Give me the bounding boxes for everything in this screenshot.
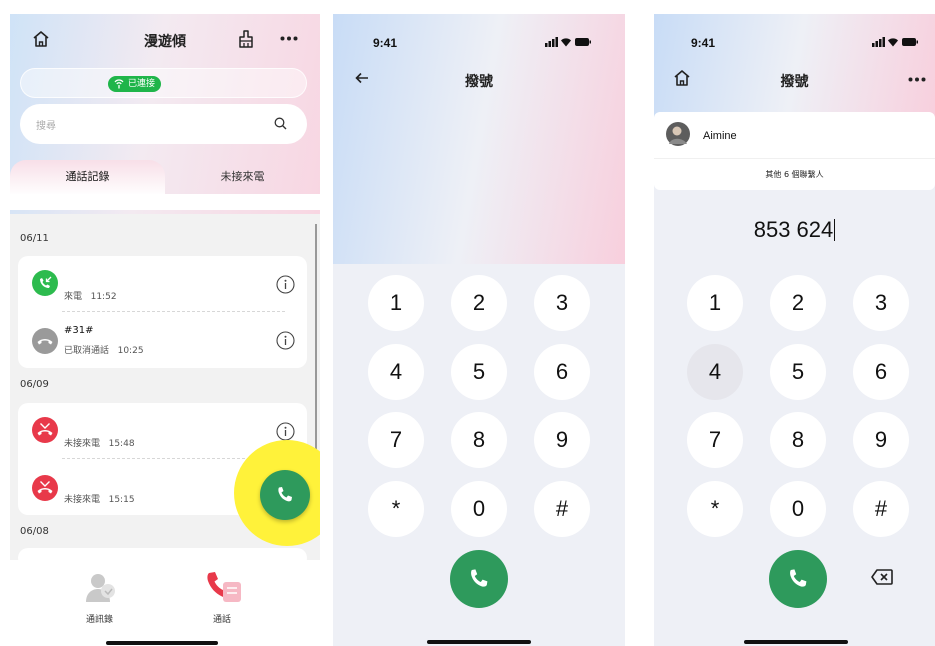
more-icon[interactable] [280,36,298,41]
page-title: 撥號 [780,74,809,90]
call-time: 15:48 [108,439,135,449]
info-icon[interactable] [276,331,295,354]
key-star[interactable]: * [368,481,424,537]
key-7[interactable]: 7 [368,412,424,468]
call-name: #31# [64,325,94,336]
call-log-screen: 漫遊傾 已連接 搜尋 通話記錄 未接來電 06/11 來電 11:52 #31#… [10,14,320,646]
status-time: 9:41 [373,36,398,50]
dial-fab-button[interactable] [260,470,310,520]
call-time: 10:25 [117,346,144,356]
key-1[interactable]: 1 [687,275,743,331]
backspace-icon[interactable] [871,569,893,585]
search-input[interactable]: 搜尋 [20,104,307,144]
bottom-nav: 通訊錄 通話 [10,560,320,646]
key-0[interactable]: 0 [770,481,826,537]
call-button[interactable] [450,550,508,608]
key-4[interactable]: 4 [368,344,424,400]
key-hash[interactable]: # [853,481,909,537]
status-icons [545,36,591,48]
key-3[interactable]: 3 [534,275,590,331]
key-4[interactable]: 4 [687,344,743,400]
calls-tab-icon[interactable] [205,570,243,606]
call-row[interactable]: 來電 11:52 [18,256,307,312]
phone-icon [467,567,491,591]
dialed-number: 853 624 [753,217,834,242]
call-meta: 未接來電 15:48 [64,436,135,449]
status-icons [872,36,918,48]
key-9[interactable]: 9 [534,412,590,468]
avatar [666,122,690,146]
date-header: 06/09 [20,379,49,390]
connection-badge: 已連接 [108,76,162,92]
call-status: 未接來電 [64,439,101,449]
call-meta: 已取消通話 10:25 [64,343,144,356]
connection-label: 已連接 [128,79,156,89]
key-7[interactable]: 7 [687,412,743,468]
page-title: 撥號 [465,74,493,90]
call-button[interactable] [769,550,827,608]
call-meta: 未接來電 15:15 [64,492,135,505]
call-time: 15:15 [108,495,135,505]
key-8[interactable]: 8 [770,412,826,468]
more-icon[interactable] [908,77,926,82]
key-2[interactable]: 2 [451,275,507,331]
missed-call-icon [32,475,58,501]
call-group-card: 來電 11:52 #31# 已取消通話 10:25 [18,256,307,368]
key-3[interactable]: 3 [853,275,909,331]
search-icon[interactable] [274,117,287,130]
dialed-number-display[interactable]: 853 624 [654,217,935,243]
contact-name[interactable]: Aimine [703,130,737,142]
key-hash[interactable]: # [534,481,590,537]
call-status: 已取消通話 [64,346,110,356]
call-time: 11:52 [90,292,117,302]
phone-icon [786,567,810,591]
key-5[interactable]: 5 [770,344,826,400]
info-icon[interactable] [276,275,295,298]
date-header: 06/11 [20,233,49,244]
clean-icon[interactable] [237,29,255,49]
key-5[interactable]: 5 [451,344,507,400]
more-contacts-link[interactable]: 其他 6 個聯繫人 [654,169,935,180]
contact-suggestions: Aimine 其他 6 個聯繫人 [654,112,935,190]
tab-call-history[interactable]: 通話記錄 [10,160,165,196]
dialpad-screen: 9:41 撥號 1 2 3 4 5 6 7 8 9 * 0 # [333,14,625,646]
call-status: 來電 [64,292,83,302]
key-8[interactable]: 8 [451,412,507,468]
home-indicator [106,641,218,645]
contacts-icon[interactable] [84,572,120,604]
header-gradient [333,14,625,264]
phone-icon [275,485,295,505]
key-star[interactable]: * [687,481,743,537]
page-title: 漫遊傾 [144,34,186,50]
call-meta: 來電 11:52 [64,289,117,302]
cancelled-call-icon [32,328,58,354]
key-6[interactable]: 6 [853,344,909,400]
key-6[interactable]: 6 [534,344,590,400]
dialpad-entry-screen: 9:41 撥號 Aimine 其他 6 個聯繫人 853 624 1 2 3 4… [654,14,935,646]
missed-call-icon [32,417,58,443]
nav-calls-label[interactable]: 通話 [213,612,231,625]
text-caret [834,219,836,241]
key-9[interactable]: 9 [853,412,909,468]
home-indicator [427,640,531,644]
nav-contacts-label[interactable]: 通訊錄 [86,612,113,625]
signal-icon [113,78,125,89]
date-header: 06/08 [20,526,49,537]
key-0[interactable]: 0 [451,481,507,537]
call-tabs: 通話記錄 未接來電 [10,160,320,196]
key-2[interactable]: 2 [770,275,826,331]
status-time: 9:41 [691,36,716,50]
home-indicator [744,640,848,644]
call-row[interactable]: #31# 已取消通話 10:25 [18,312,307,368]
call-status: 未接來電 [64,495,101,505]
key-1[interactable]: 1 [368,275,424,331]
divider [654,158,935,159]
incoming-call-icon [32,270,58,296]
tab-underlay [10,194,320,210]
search-placeholder: 搜尋 [36,121,56,132]
connection-status-bar: 已連接 [20,68,307,98]
tab-missed-calls[interactable]: 未接來電 [165,160,320,196]
